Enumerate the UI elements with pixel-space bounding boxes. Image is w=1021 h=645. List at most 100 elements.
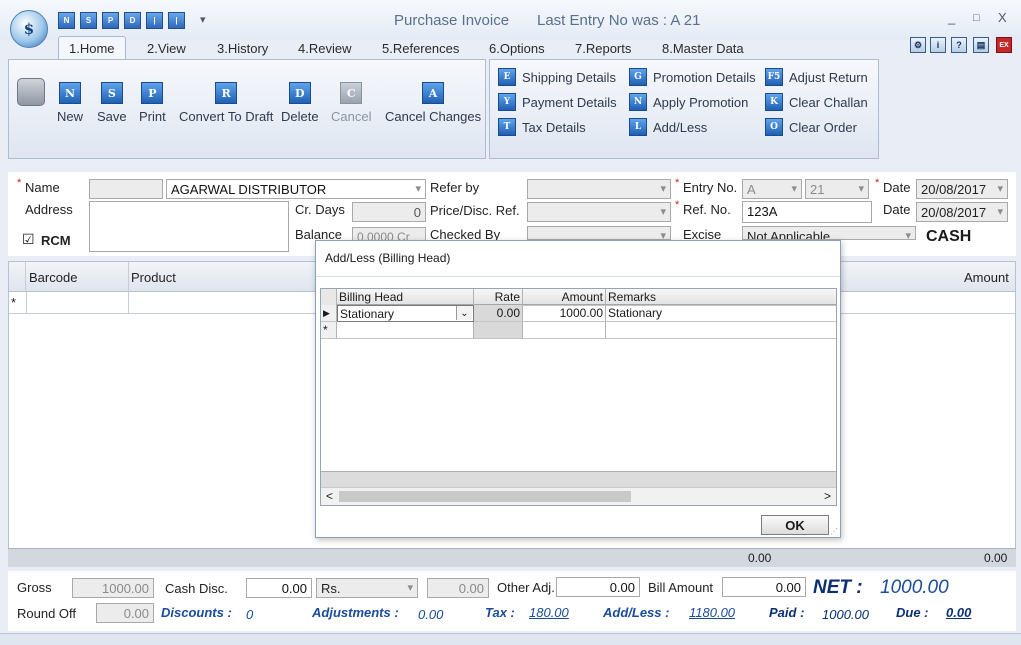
qat-print-button[interactable]: P	[102, 12, 119, 29]
cancel-changes-button[interactable]: A Cancel Changes	[385, 82, 481, 124]
promotion-icon: G	[629, 68, 647, 86]
tax-icon: T	[498, 118, 516, 136]
print-button[interactable]: P Print	[139, 82, 166, 124]
document-icon[interactable]: ▤	[973, 37, 989, 53]
resize-grip-icon[interactable]: ⋰	[830, 527, 838, 536]
entry-series-dropdown[interactable]: A	[742, 179, 802, 199]
scroll-left-icon[interactable]: <	[326, 489, 333, 503]
party-name-input[interactable]: AGARWAL DISTRIBUTOR	[166, 179, 426, 199]
other-adj-input[interactable]: 0.00	[556, 577, 640, 597]
print-label: Print	[139, 109, 166, 124]
scroll-right-icon[interactable]: >	[824, 489, 831, 503]
due-value[interactable]: 0.00	[946, 605, 971, 620]
qat-customize-icon[interactable]: ▾	[200, 13, 206, 26]
excise-dropdown[interactable]: Not Applicable	[742, 226, 916, 240]
price-disc-ref-label: Price/Disc. Ref.	[430, 203, 520, 218]
party-code-input[interactable]	[89, 179, 163, 199]
qat-draft-button[interactable]: D	[124, 12, 141, 29]
cash-disc-unit-dropdown[interactable]: Rs.	[316, 578, 418, 598]
remarks-cell[interactable]: Stationary	[606, 305, 836, 322]
payment-details-button[interactable]: Y Payment Details	[498, 93, 617, 111]
qat-save-button[interactable]: S	[80, 12, 97, 29]
save-button[interactable]: S Save	[97, 82, 127, 124]
add-less-label: Add/Less	[653, 119, 708, 135]
price-disc-ref-dropdown[interactable]	[527, 202, 671, 222]
info-icon[interactable]: i	[930, 37, 946, 53]
delete-button[interactable]: D Delete	[281, 82, 319, 124]
qat-button-5[interactable]: |	[146, 12, 163, 29]
refer-by-dropdown[interactable]	[527, 179, 671, 199]
horizontal-scrollbar[interactable]: < >	[321, 487, 836, 505]
ref-no-input[interactable]: 123A	[742, 201, 872, 223]
tab-review[interactable]: 4.Review	[298, 41, 351, 56]
clear-order-button[interactable]: O Clear Order	[765, 118, 857, 136]
tab-home[interactable]: 1.Home	[58, 36, 126, 60]
billing-head-dropdown[interactable]: Stationary ⌄	[337, 305, 474, 322]
exit-icon[interactable]: EX	[996, 37, 1012, 53]
add-less-button[interactable]: L Add/Less	[629, 118, 707, 136]
entry-no-label: Entry No.	[675, 177, 737, 195]
date-picker[interactable]: 20/08/2017	[916, 179, 1008, 199]
col-product-header[interactable]: Product	[131, 270, 176, 285]
new-billing-head-cell[interactable]	[337, 322, 474, 339]
entry-no-dropdown[interactable]: 21	[805, 179, 869, 199]
lock-icon[interactable]	[17, 78, 45, 106]
qat-new-button[interactable]: N	[58, 12, 75, 29]
shipping-details-button[interactable]: E Shipping Details	[498, 68, 616, 86]
address-textarea[interactable]	[89, 201, 289, 252]
new-rate-cell[interactable]	[474, 322, 523, 339]
minimize-button[interactable]: _	[948, 10, 955, 25]
ok-button[interactable]: OK	[761, 515, 829, 535]
cr-days-input[interactable]: 0	[352, 202, 426, 222]
checked-by-dropdown[interactable]	[527, 226, 671, 240]
tab-references[interactable]: 5.References	[382, 41, 459, 56]
new-button[interactable]: N New	[57, 82, 83, 124]
cancel-button[interactable]: C Cancel	[331, 82, 371, 124]
bill-amount-input[interactable]: 0.00	[722, 577, 806, 597]
qat-button-6[interactable]: |	[168, 12, 185, 29]
new-icon: N	[59, 82, 81, 104]
grid-header-corner	[9, 262, 26, 292]
col-barcode-header[interactable]: Barcode	[29, 270, 77, 285]
name-label: Name	[17, 177, 60, 195]
tax-details-button[interactable]: T Tax Details	[498, 118, 586, 136]
col-amount-header[interactable]: Amount	[964, 270, 1009, 285]
col-remarks[interactable]: Remarks	[606, 289, 836, 306]
tax-link[interactable]: 180.00	[529, 605, 569, 620]
grid-totals-row: 0.00 0.00	[8, 548, 1016, 567]
rcm-checkbox[interactable]: ☑	[22, 231, 35, 248]
maximize-button[interactable]: □	[973, 12, 980, 24]
cash-disc-input[interactable]: 0.00	[246, 578, 312, 598]
clear-challan-button[interactable]: K Clear Challan	[765, 93, 868, 111]
new-remarks-cell[interactable]	[606, 322, 836, 339]
clear-challan-icon: K	[765, 93, 783, 111]
promotion-details-button[interactable]: G Promotion Details	[629, 68, 756, 86]
tab-reports[interactable]: 7.Reports	[575, 41, 631, 56]
tab-view[interactable]: 2.View	[147, 41, 186, 56]
rate-cell[interactable]: 0.00	[474, 305, 523, 322]
cancel-label: Cancel	[331, 109, 372, 124]
logo-glyph: $	[23, 20, 35, 38]
tab-master-data[interactable]: 8.Master Data	[662, 41, 744, 56]
col-amount[interactable]: Amount	[523, 289, 606, 306]
scrollbar-thumb[interactable]	[339, 491, 631, 502]
tab-history[interactable]: 3.History	[217, 41, 268, 56]
help-icon[interactable]: ?	[951, 37, 967, 53]
ref-date-picker[interactable]: 20/08/2017	[916, 202, 1008, 222]
col-rate[interactable]: Rate	[474, 289, 523, 306]
col-billing-head[interactable]: Billing Head	[337, 289, 474, 306]
convert-to-draft-button[interactable]: R Convert To Draft	[179, 82, 273, 124]
tab-options[interactable]: 6.Options	[489, 41, 545, 56]
app-logo[interactable]: $	[10, 10, 48, 48]
adjust-return-button[interactable]: F5 Adjust Return	[765, 68, 868, 86]
clear-order-label: Clear Order	[789, 119, 857, 135]
settings-icon[interactable]: ⚙	[910, 37, 926, 53]
payment-mode-label[interactable]: CASH	[926, 228, 971, 246]
apply-promotion-button[interactable]: N Apply Promotion	[629, 93, 748, 111]
chevron-down-icon[interactable]: ⌄	[456, 306, 472, 320]
amount-cell[interactable]: 1000.00	[523, 305, 606, 322]
addless-link[interactable]: 1180.00	[689, 605, 735, 620]
paid-label: Paid :	[769, 605, 805, 620]
new-amount-cell[interactable]	[523, 322, 606, 339]
close-button[interactable]: X	[998, 10, 1007, 25]
